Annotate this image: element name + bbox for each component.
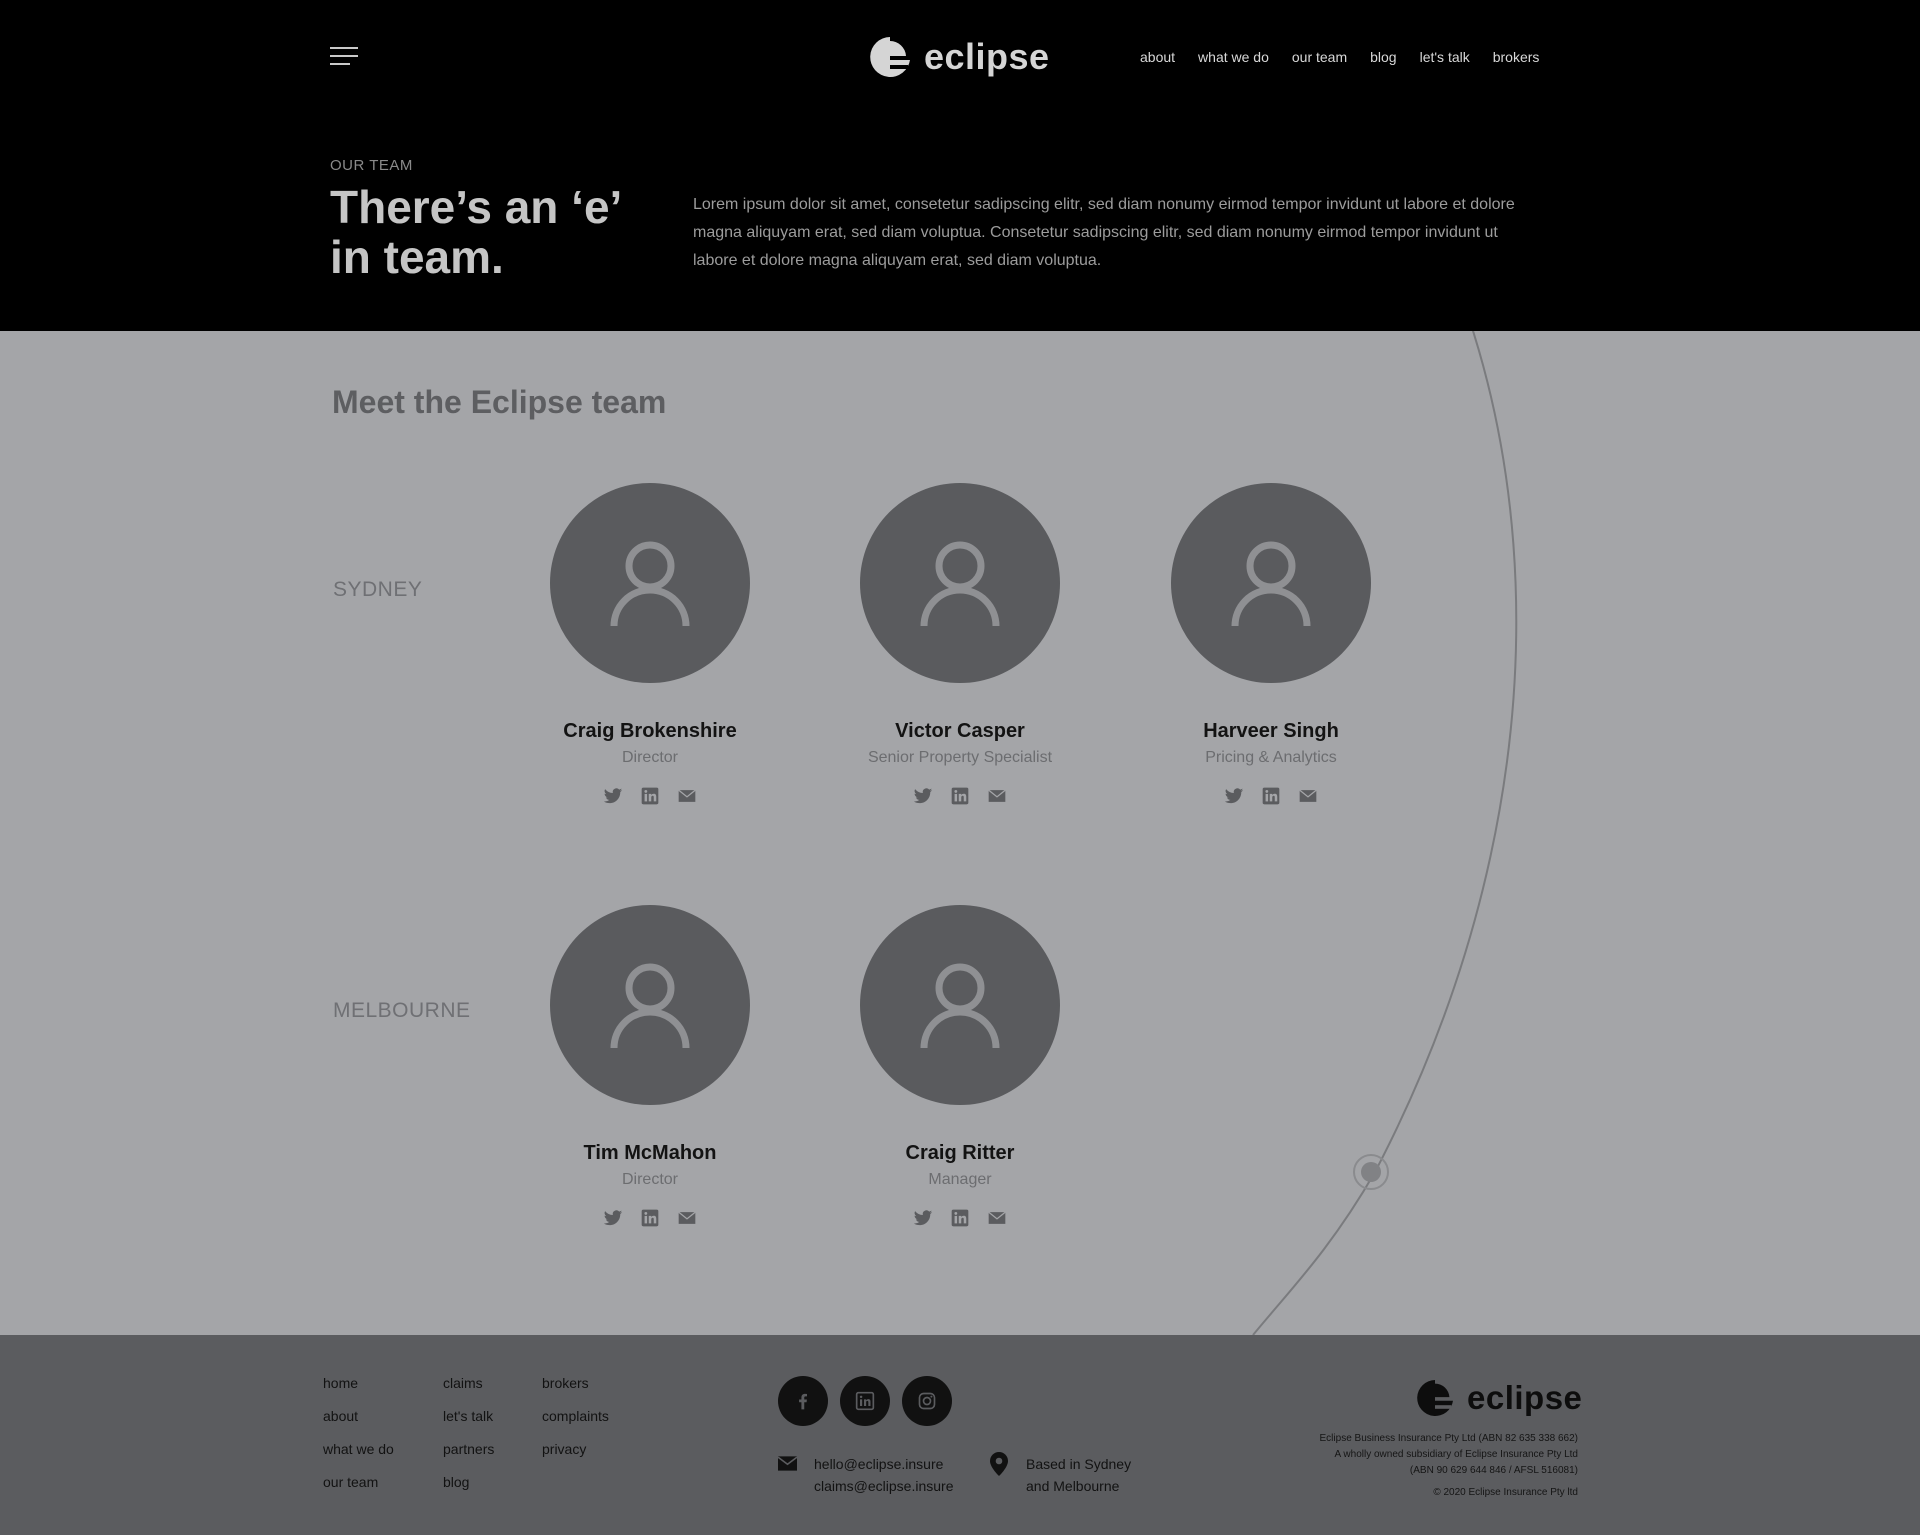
team-member-card: Tim McMahon Director [530,905,770,1228]
footer-brand-name: eclipse [1467,1379,1583,1416]
instagram-icon[interactable] [902,1376,952,1426]
footer-links-col-3: brokers complaints privacy [542,1375,609,1458]
email-icon[interactable] [1298,785,1319,806]
member-role: Manager [928,1171,992,1188]
brand-logo[interactable]: eclipse [870,32,1050,82]
user-placeholder-icon [1231,541,1311,627]
footer-link-lets-talk[interactable]: let's talk [443,1408,494,1425]
nav-about[interactable]: about [1140,49,1175,65]
team-member-card: Craig Brokenshire Director [530,483,770,806]
avatar [860,483,1060,683]
footer-link-partners[interactable]: partners [443,1441,494,1458]
email-claims[interactable]: claims@eclipse.insure [814,1475,953,1497]
top-nav: about what we do our team blog let's tal… [1140,49,1539,65]
footer-link-complaints[interactable]: complaints [542,1408,609,1425]
nav-lets-talk[interactable]: let's talk [1420,49,1470,65]
nav-what-we-do[interactable]: what we do [1198,49,1269,65]
footer-link-what-we-do[interactable]: what we do [323,1441,394,1458]
footer-link-our-team[interactable]: our team [323,1474,394,1491]
team-member-card: Craig Ritter Manager [840,905,1080,1228]
page-title: There’s an ‘e’ in team. [330,181,620,283]
team-member-card: Harveer Singh Pricing & Analytics [1151,483,1391,806]
member-name: Tim McMahon [583,1142,717,1164]
user-placeholder-icon [920,541,1000,627]
city-label-sydney: SYDNEY [333,578,423,601]
twitter-icon[interactable] [603,1207,624,1228]
member-socials [840,785,1080,806]
linkedin-icon[interactable] [640,1207,661,1228]
footer-link-home[interactable]: home [323,1375,394,1392]
envelope-icon [778,1456,797,1471]
twitter-icon[interactable] [603,785,624,806]
member-name: Craig Brokenshire [563,720,737,742]
member-name: Harveer Singh [1203,720,1339,742]
legal-text: Eclipse Business Insurance Pty Ltd (ABN … [1320,1431,1578,1501]
hero-header: eclipse about what we do our team blog l… [0,0,1920,331]
team-section-title: Meet the Eclipse team [332,384,667,420]
facebook-icon[interactable] [778,1376,828,1426]
footer-social-links [778,1376,952,1426]
footer-link-about[interactable]: about [323,1408,394,1425]
linkedin-icon[interactable] [950,1207,971,1228]
footer-link-blog[interactable]: blog [443,1474,494,1491]
email-icon[interactable] [677,1207,698,1228]
city-label-melbourne: MELBOURNE [333,999,471,1022]
legal-line-1: Eclipse Business Insurance Pty Ltd (ABN … [1319,1433,1578,1444]
footer-location-block: Based in Sydney and Melbourne [990,1452,1132,1497]
team-member-card: Victor Casper Senior Property Specialist [840,483,1080,806]
footer-link-claims[interactable]: claims [443,1375,494,1392]
intro-text: Lorem ipsum dolor sit amet, consetetur s… [693,196,1515,269]
avatar [550,905,750,1105]
email-icon[interactable] [677,785,698,806]
member-role: Pricing & Analytics [1205,749,1337,766]
copyright: © 2020 Eclipse Insurance Pty ltd [1433,1487,1578,1498]
eclipse-logo-icon [1417,1380,1453,1416]
twitter-icon[interactable] [913,1207,934,1228]
footer-brand-logo[interactable]: eclipse [1417,1375,1582,1421]
member-socials [840,1207,1080,1228]
nav-brokers[interactable]: brokers [1493,49,1540,65]
member-role: Director [621,749,678,766]
email-hello[interactable]: hello@eclipse.insure [814,1453,953,1475]
user-placeholder-icon [610,541,690,627]
legal-line-3: (ABN 90 629 644 846 / AFSL 516081) [1409,1465,1578,1476]
avatar [550,483,750,683]
avatar [1171,483,1371,683]
legal-line-2: A wholly owned subsidiary of Eclipse Ins… [1334,1449,1578,1460]
user-placeholder-icon [920,963,1000,1049]
twitter-icon[interactable] [913,785,934,806]
member-role: Senior Property Specialist [867,749,1053,766]
member-socials [530,785,770,806]
member-socials [1151,785,1391,806]
member-socials [530,1207,770,1228]
email-icon[interactable] [987,1207,1008,1228]
footer-email-block: hello@eclipse.insure claims@eclipse.insu… [778,1453,953,1497]
user-placeholder-icon [610,963,690,1049]
avatar [860,905,1060,1105]
footer-links-col-2: claims let's talk partners blog [443,1375,494,1491]
linkedin-icon[interactable] [1261,785,1282,806]
eclipse-logo-icon [870,37,910,77]
footer-links-col-1: home about what we do our team [323,1375,394,1491]
member-name: Victor Casper [895,720,1025,742]
member-name: Craig Ritter [905,1142,1015,1164]
footer-link-brokers[interactable]: brokers [542,1375,609,1392]
linkedin-icon[interactable] [640,785,661,806]
footer-link-privacy[interactable]: privacy [542,1441,609,1458]
twitter-icon[interactable] [1224,785,1245,806]
menu-icon[interactable] [330,47,358,67]
linkedin-icon[interactable] [840,1376,890,1426]
nav-our-team[interactable]: our team [1292,49,1347,65]
linkedin-icon[interactable] [950,785,971,806]
member-role: Director [621,1171,678,1188]
location-line-1: Based in Sydney [1026,1456,1132,1472]
map-pin-icon [990,1452,1008,1476]
brand-name: eclipse [924,36,1050,77]
email-icon[interactable] [987,785,1008,806]
location-line-2: and Melbourne [1026,1478,1120,1494]
page-eyebrow: OUR TEAM [330,157,413,174]
nav-blog[interactable]: blog [1370,49,1396,65]
site-footer: home about what we do our team claims le… [0,1335,1920,1535]
